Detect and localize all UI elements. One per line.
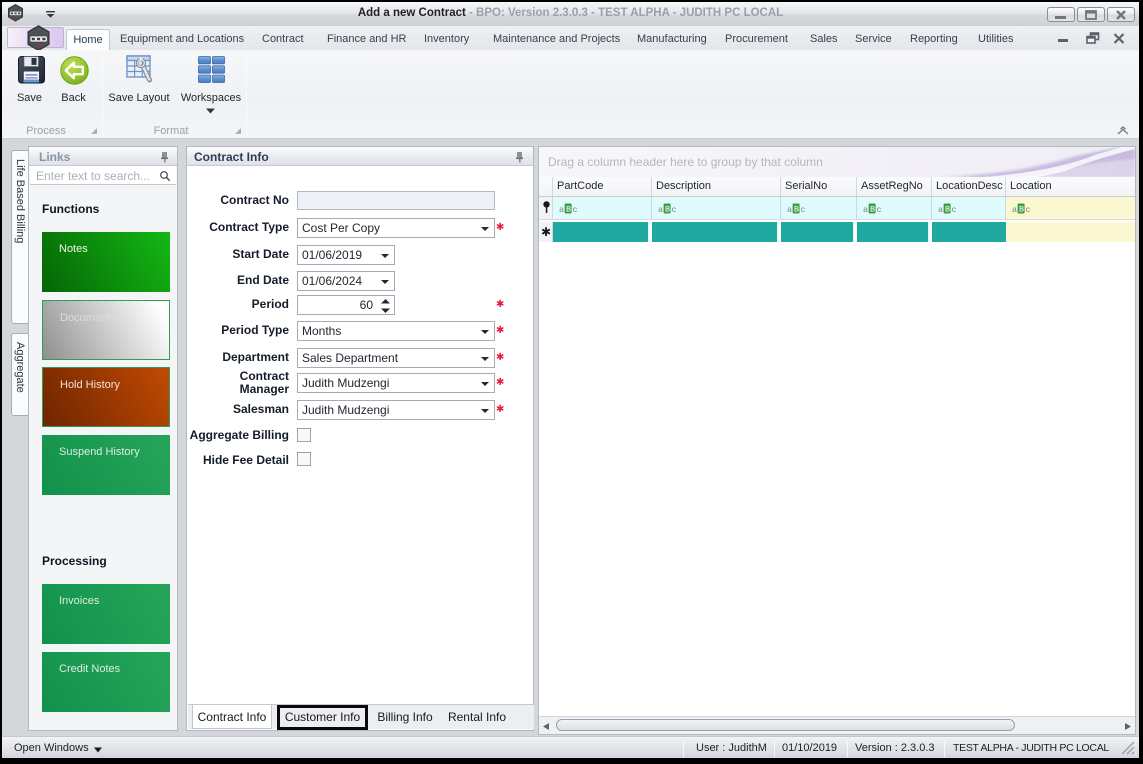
svg-text:a: a bbox=[938, 205, 943, 214]
svg-text:B: B bbox=[945, 205, 950, 214]
svg-text:B: B bbox=[566, 205, 571, 214]
svg-text:c: c bbox=[876, 205, 881, 214]
svg-text:B: B bbox=[1019, 205, 1024, 214]
svg-text:B: B bbox=[794, 205, 799, 214]
svg-text:a: a bbox=[658, 205, 663, 214]
svg-text:c: c bbox=[671, 205, 676, 214]
svg-text:c: c bbox=[1025, 205, 1030, 214]
svg-text:a: a bbox=[559, 205, 564, 214]
svg-text:B: B bbox=[870, 205, 875, 214]
svg-text:a: a bbox=[1012, 205, 1017, 214]
svg-text:a: a bbox=[787, 205, 792, 214]
svg-text:c: c bbox=[951, 205, 956, 214]
svg-text:B: B bbox=[665, 205, 670, 214]
svg-text:c: c bbox=[572, 205, 577, 214]
svg-text:c: c bbox=[800, 205, 805, 214]
svg-text:a: a bbox=[863, 205, 868, 214]
